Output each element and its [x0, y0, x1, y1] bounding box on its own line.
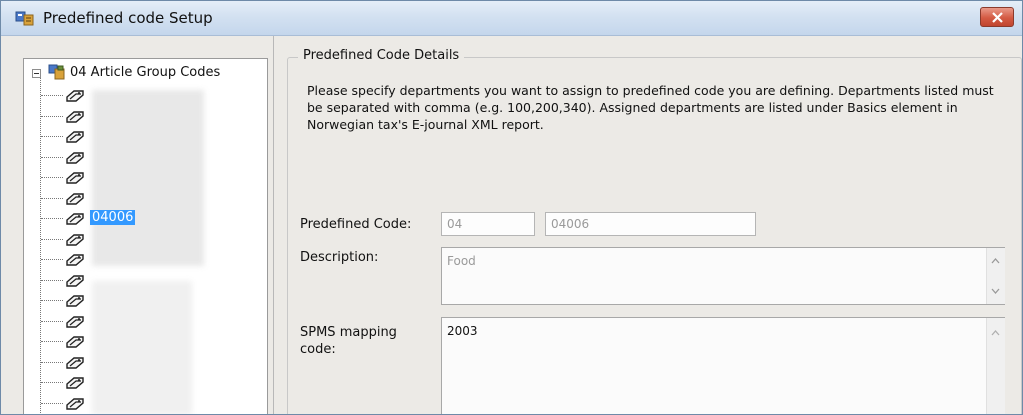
predefined-code-prefix-field[interactable] — [441, 212, 535, 236]
tree-item[interactable] — [41, 291, 264, 311]
tree-connector — [41, 361, 63, 363]
code-node-icon — [66, 295, 84, 307]
tree-root-label[interactable]: 04 Article Group Codes — [70, 65, 220, 80]
tree-connector — [41, 177, 63, 178]
tree-item[interactable] — [41, 373, 264, 393]
tree-item[interactable] — [41, 168, 264, 188]
code-node-icon — [66, 213, 84, 225]
description-field[interactable]: Food — [441, 247, 1005, 305]
code-node-icon — [66, 356, 84, 369]
code-group-icon — [48, 64, 65, 80]
tree-connector — [41, 382, 63, 383]
tree-item[interactable] — [41, 271, 264, 291]
predefined-code-setup-window: Predefined code Setup 04 Article Group C… — [0, 0, 1023, 415]
predefined-code-label: Predefined Code: — [300, 217, 412, 232]
tree-item[interactable] — [41, 250, 264, 270]
tree-item[interactable] — [41, 312, 264, 332]
code-node-icon — [66, 397, 84, 410]
panel-splitter[interactable] — [273, 36, 274, 414]
code-tree-view[interactable]: 04 Article Group Codes 04006 — [23, 58, 268, 414]
code-node-icon — [66, 254, 84, 266]
tree-item[interactable] — [41, 230, 264, 250]
tree-line — [40, 77, 41, 414]
tree-connector — [41, 320, 63, 322]
code-node-icon — [66, 151, 84, 164]
code-node-icon — [66, 131, 84, 143]
code-node-icon — [66, 110, 84, 123]
tree-item[interactable] — [41, 127, 264, 147]
code-node-icon — [66, 172, 84, 184]
tree-item[interactable]: 04006 — [41, 209, 264, 229]
description-scrollbar[interactable] — [986, 248, 1005, 304]
description-label: Description: — [300, 250, 379, 265]
scroll-up-icon[interactable] — [991, 258, 1000, 264]
tree-connector — [41, 95, 63, 96]
tree-connector — [41, 156, 63, 158]
tree-connector — [41, 218, 63, 219]
tree-item[interactable] — [41, 107, 264, 127]
close-icon — [992, 12, 1003, 23]
tree-connector — [41, 402, 63, 404]
tree-connector — [41, 136, 63, 137]
spms-mapping-label: SPMS mapping code: — [300, 325, 397, 357]
code-node-icon — [66, 90, 84, 102]
tree-item[interactable] — [41, 332, 264, 352]
tree-connector — [41, 279, 63, 281]
tree-connector — [41, 341, 63, 342]
tree-item[interactable] — [41, 148, 264, 168]
window-title: Predefined code Setup — [43, 9, 213, 27]
info-text: Please specify departments you want to a… — [307, 83, 994, 132]
details-group-label: Predefined Code Details — [298, 48, 465, 63]
title-bar[interactable]: Predefined code Setup — [1, 1, 1022, 36]
app-icon — [15, 11, 34, 26]
spms-mapping-field[interactable]: 2003 — [441, 317, 1005, 414]
tree-item[interactable] — [41, 86, 264, 106]
spms-scrollbar[interactable] — [986, 318, 1005, 414]
tree-item-label: 04006 — [90, 210, 136, 225]
tree-item[interactable] — [41, 394, 264, 414]
tree-connector — [41, 115, 63, 117]
collapse-toggle[interactable] — [32, 69, 41, 78]
tree-item[interactable] — [41, 189, 264, 209]
predefined-code-field[interactable] — [545, 212, 756, 236]
tree-item[interactable] — [41, 353, 264, 373]
tree-connector — [41, 197, 63, 199]
code-node-icon — [66, 336, 84, 348]
code-node-icon — [66, 192, 84, 205]
code-node-icon — [66, 377, 84, 389]
tree-connector — [41, 300, 63, 301]
scroll-down-icon[interactable] — [991, 288, 1000, 294]
tree-connector — [41, 259, 63, 260]
close-button[interactable] — [980, 7, 1014, 27]
code-node-icon — [66, 315, 84, 328]
scroll-up-icon[interactable] — [991, 330, 1000, 336]
code-node-icon — [66, 233, 84, 246]
code-node-icon — [66, 274, 84, 287]
tree-connector — [41, 238, 63, 240]
